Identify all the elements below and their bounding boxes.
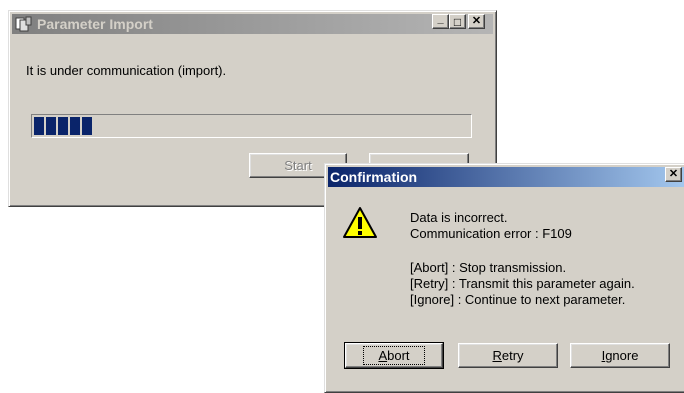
import-title-bar[interactable]: Parameter Import	[12, 14, 493, 34]
help-abort: [Abort] : Stop transmission.	[410, 260, 567, 275]
app-icon	[15, 16, 33, 32]
confirmation-title-bar[interactable]: Confirmation	[328, 167, 684, 187]
abort-button[interactable]: Abort	[344, 342, 444, 369]
close-icon: ✕	[668, 168, 679, 180]
ignore-button-label: Ignore	[601, 348, 639, 363]
import-window-title: Parameter Import	[37, 16, 153, 32]
retry-button-label: Retry	[492, 348, 524, 363]
retry-button[interactable]: Retry	[458, 343, 558, 368]
minimize-button[interactable]: _	[432, 14, 449, 29]
progress-block	[58, 117, 68, 135]
confirmation-title: Confirmation	[330, 169, 418, 185]
maximize-icon: □	[453, 14, 462, 29]
import-progress-bar	[31, 114, 472, 138]
progress-fill	[34, 117, 92, 135]
progress-block	[46, 117, 56, 135]
start-button-label: Start	[284, 158, 312, 173]
progress-block	[34, 117, 44, 135]
close-icon: ✕	[471, 15, 482, 27]
error-line-1: Data is incorrect.	[410, 210, 508, 225]
progress-block	[70, 117, 80, 135]
abort-button-label: Abort	[363, 346, 425, 365]
close-button[interactable]: ✕	[468, 14, 485, 29]
progress-block	[82, 117, 92, 135]
confirmation-dialog: Confirmation ✕ Data is incorrect. Commun…	[324, 163, 684, 393]
maximize-button[interactable]: □	[449, 14, 466, 29]
warning-icon	[342, 206, 378, 240]
help-ignore: [Ignore] : Continue to next parameter.	[410, 292, 626, 307]
minimize-icon: _	[437, 13, 444, 25]
ignore-button[interactable]: Ignore	[570, 343, 670, 368]
confirmation-close-button[interactable]: ✕	[665, 167, 682, 182]
help-retry: [Retry] : Transmit this parameter again.	[410, 276, 635, 291]
error-line-2: Communication error : F109	[410, 226, 572, 241]
import-status-message: It is under communication (import).	[26, 63, 227, 78]
